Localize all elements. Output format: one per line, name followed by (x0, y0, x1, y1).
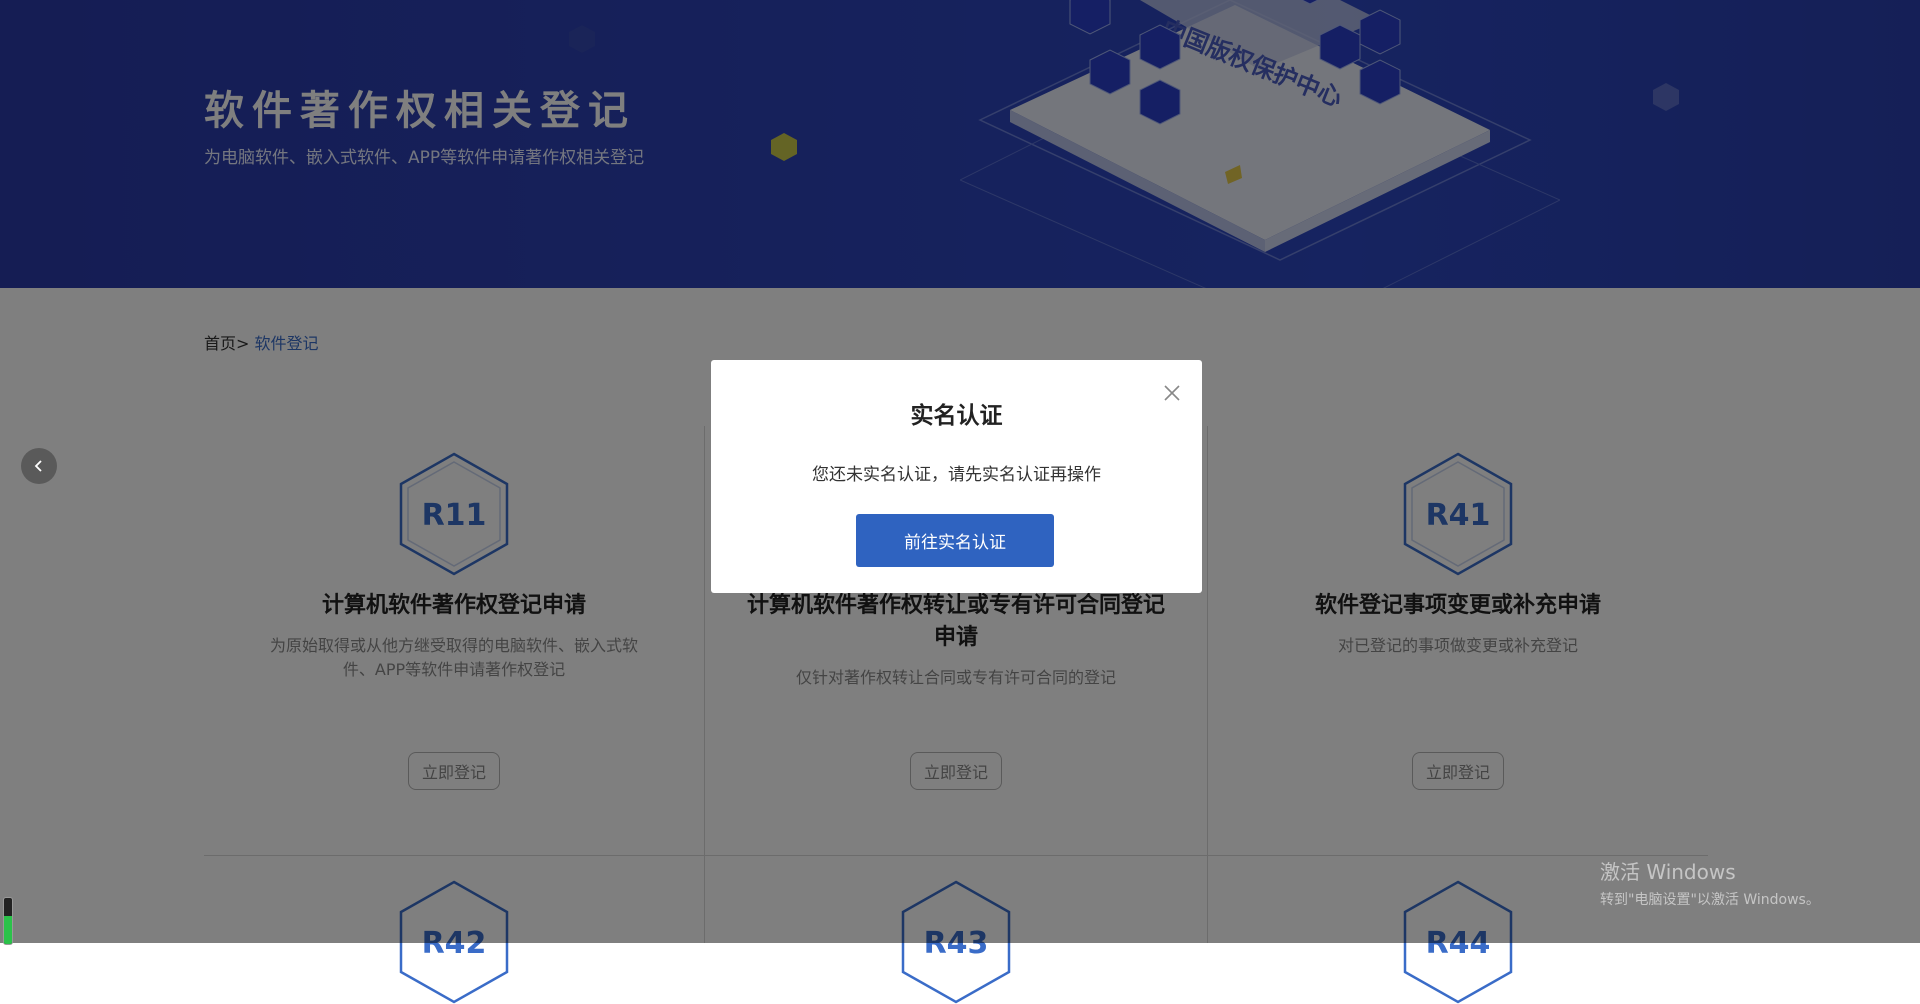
modal-title: 实名认证 (910, 403, 1003, 429)
watermark-line1: 激活 Windows (1600, 860, 1736, 884)
go-to-verification-button[interactable]: 前往实名认证 (856, 514, 1054, 567)
back-arrow-button[interactable] (21, 448, 57, 484)
real-name-auth-modal: 实名认证 您还未实名认证，请先实名认证再操作 前往实名认证 (711, 360, 1202, 593)
close-button[interactable] (1159, 380, 1185, 406)
watermark-line2: 转到"电脑设置"以激活 Windows。 (1600, 892, 1820, 908)
close-icon (1164, 385, 1180, 401)
windows-activation-watermark: 激活 Windows 转到"电脑设置"以激活 Windows。 (1600, 856, 1820, 909)
volume-level (4, 916, 12, 944)
chevron-left-icon (34, 460, 42, 472)
volume-indicator (3, 897, 13, 945)
modal-message: 您还未实名认证，请先实名认证再操作 (812, 465, 1101, 485)
